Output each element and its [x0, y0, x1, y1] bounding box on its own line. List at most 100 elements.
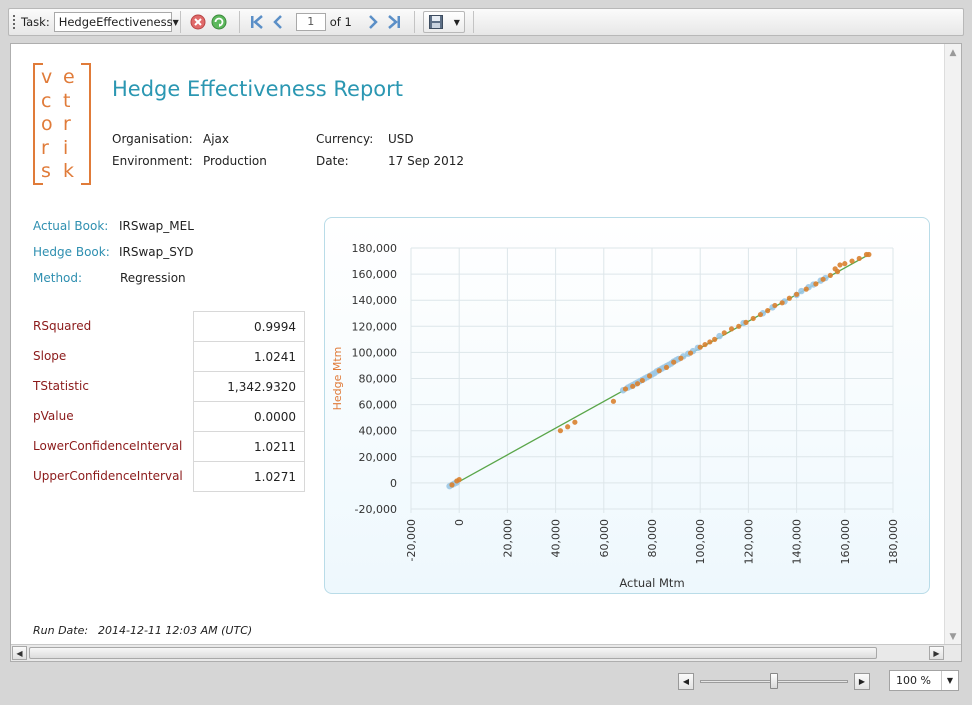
report-viewport: vectorrisk Hedge Effectiveness Report Or…: [10, 43, 962, 662]
data-point: [736, 323, 742, 329]
scroll-down-icon[interactable]: ▼: [947, 631, 959, 643]
data-point: [842, 261, 848, 267]
x-tick-label: 140,000: [791, 519, 804, 565]
zoom-slider-group: ◀ ▶: [678, 671, 870, 691]
horizontal-scrollbar[interactable]: ◀ ▶: [11, 644, 961, 661]
data-point: [721, 330, 727, 336]
data-point: [610, 398, 617, 404]
x-tick-label: 40,000: [550, 519, 563, 558]
data-point: [803, 286, 809, 292]
refresh-icon: [211, 14, 227, 30]
run-date: Run Date: 2014-12-11 12:03 AM (UTC): [33, 624, 252, 637]
last-page-icon: [387, 15, 400, 29]
data-point: [707, 339, 713, 345]
data-point: [646, 373, 653, 379]
logo-letter: c: [41, 89, 52, 112]
data-point: [622, 386, 629, 392]
first-page-button[interactable]: [248, 13, 266, 31]
data-point: [687, 350, 694, 356]
toolbar-separator: [413, 11, 415, 33]
y-tick-label: 0: [390, 477, 397, 490]
data-point: [678, 355, 684, 361]
task-label: Task:: [21, 15, 50, 29]
data-point: [743, 319, 749, 325]
stat-value: 1.0211: [193, 431, 305, 462]
zoom-out-button[interactable]: ◀: [678, 672, 694, 690]
toolbar-separator: [472, 11, 474, 33]
data-point: [716, 332, 723, 340]
data-point: [849, 258, 855, 264]
task-select[interactable]: HedgeEffectiveness ▼: [53, 12, 179, 32]
data-point: [728, 326, 735, 332]
zoom-slider[interactable]: [694, 672, 854, 690]
scroll-right-icon[interactable]: ▶: [929, 646, 944, 660]
run-date-value: 2014-12-11 12:03 AM (UTC): [98, 624, 253, 637]
vectorisk-logo: vectorrisk: [33, 63, 91, 185]
save-icon: [428, 15, 443, 29]
data-point: [630, 383, 636, 389]
zoom-value: 100 %: [896, 674, 931, 687]
stat-row: Slope 1.0241: [29, 341, 305, 372]
refresh-button[interactable]: [210, 13, 228, 31]
data-point: [697, 344, 703, 350]
logo-letter: o: [41, 113, 53, 135]
logo-letter: s: [41, 160, 51, 182]
data-point: [786, 295, 792, 301]
data-point: [820, 276, 826, 282]
date-value: 17 Sep 2012: [388, 154, 465, 168]
export-button[interactable]: ▼: [422, 11, 465, 33]
previous-page-icon: [272, 15, 282, 29]
last-page-button[interactable]: [385, 13, 403, 31]
next-page-button[interactable]: [364, 13, 382, 31]
data-point: [866, 251, 872, 258]
currency-label: Currency:: [316, 132, 374, 146]
page-number-input[interactable]: 1: [295, 13, 326, 31]
stat-row: UpperConfidenceInterval 1.0271: [29, 461, 305, 492]
first-page-icon: [250, 15, 263, 29]
zoom-in-button[interactable]: ▶: [854, 672, 870, 690]
x-tick-label: 160,000: [839, 519, 852, 565]
stat-value: 1.0241: [193, 341, 305, 372]
scroll-up-icon[interactable]: ▲: [947, 47, 959, 59]
data-point: [827, 272, 833, 279]
logo-letter: k: [63, 160, 75, 182]
y-axis-title: Hedge Mtm: [331, 347, 344, 411]
cancel-button[interactable]: [189, 13, 207, 31]
toolbar-separator: [179, 11, 181, 33]
hedge-book-label: Hedge Book:: [33, 245, 110, 259]
stat-name: TStatistic: [33, 379, 89, 393]
stat-value: 1,342.9320: [193, 371, 305, 402]
page-title: Hedge Effectiveness Report: [112, 77, 403, 101]
logo-letter: r: [63, 113, 71, 135]
run-date-label: Run Date:: [33, 624, 89, 637]
data-point: [634, 381, 641, 387]
zoom-slider-knob[interactable]: [770, 672, 778, 689]
task-select-value: HedgeEffectiveness: [58, 15, 173, 29]
data-point: [856, 255, 862, 262]
data-point: [772, 302, 778, 309]
data-point: [663, 364, 670, 371]
x-tick-label: 80,000: [646, 519, 659, 558]
stat-row: RSquared 0.9994: [29, 311, 305, 342]
stat-value: 0.9994: [193, 311, 305, 342]
data-point: [779, 300, 785, 306]
data-point: [656, 368, 662, 374]
x-tick-label: 180,000: [887, 519, 900, 565]
data-point: [832, 266, 838, 272]
hedge-book-value: IRSwap_SYD: [119, 245, 194, 259]
x-tick-label: 100,000: [694, 519, 707, 565]
y-tick-label: 80,000: [359, 373, 398, 386]
logo-letter: t: [63, 89, 71, 112]
scroll-left-icon[interactable]: ◀: [12, 646, 27, 660]
logo-letters: vectorrisk: [41, 66, 85, 184]
stat-row: LowerConfidenceInterval 1.0211: [29, 431, 305, 462]
data-point: [565, 424, 571, 430]
data-point: [456, 477, 462, 483]
toolbar-grip[interactable]: [13, 15, 15, 29]
zoom-select[interactable]: 100 % ▼: [889, 670, 959, 691]
regression-chart-panel: -20,000 0 20,000 40,000 60,000 80,000 100,000 1…: [324, 217, 930, 594]
vertical-scrollbar[interactable]: ▲ ▼: [944, 44, 961, 646]
previous-page-button[interactable]: [269, 13, 287, 31]
y-tick-label: 120,000: [352, 320, 398, 333]
horizontal-scroll-thumb[interactable]: [29, 647, 877, 659]
